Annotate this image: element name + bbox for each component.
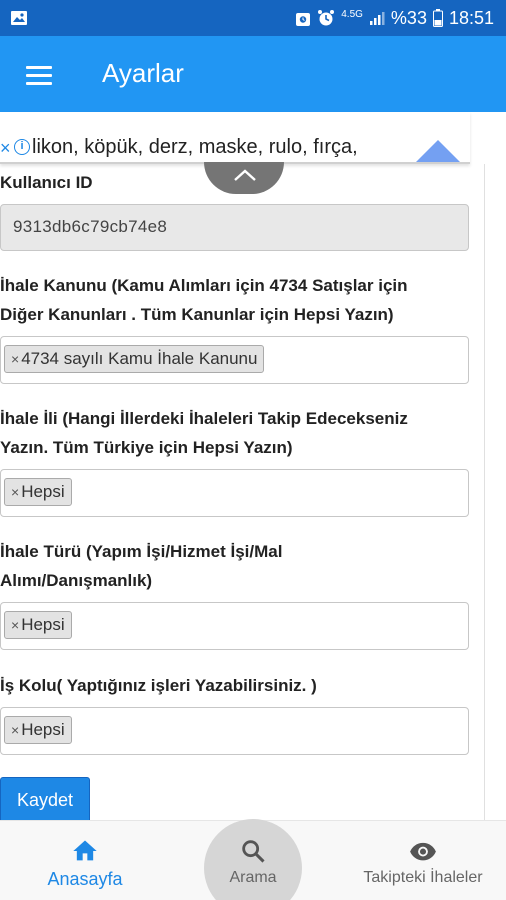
- alarm-icon: [318, 10, 335, 26]
- battery-percent: %33: [390, 7, 427, 28]
- nav-following[interactable]: Takipteki İhaleler: [356, 821, 490, 900]
- eye-icon: [410, 842, 436, 861]
- nav-search[interactable]: Arama: [204, 819, 302, 900]
- tag-remove-icon[interactable]: ×: [11, 612, 19, 638]
- nav-following-label: Takipteki İhaleler: [363, 869, 483, 886]
- network-type: 4.5G: [341, 9, 363, 20]
- type-tag: × Hepsi: [4, 611, 72, 639]
- user-id-label: Kullanıcı ID: [0, 173, 93, 192]
- save-button[interactable]: Kaydet: [0, 777, 90, 823]
- law-tag: × 4734 sayılı Kamu İhale Kanunu: [4, 345, 265, 373]
- user-id-field: 9313db6c79cb74e8: [0, 204, 469, 251]
- type-label-line1: İhale Türü (Yapım İşi/Hizmet İşi/Mal: [0, 542, 283, 561]
- law-label-line1: İhale Kanunu (Kamu Alımları için 4734 Sa…: [0, 276, 408, 295]
- ad-arrow-icon: [416, 140, 460, 162]
- nav-home-label: Anasayfa: [47, 869, 123, 889]
- business-tag: × Hepsi: [4, 716, 72, 744]
- province-label-line2: Yazın. Tüm Türkiye için Hepsi Yazın): [0, 438, 293, 457]
- scroll-divider: [484, 164, 485, 820]
- province-select[interactable]: × Hepsi: [0, 469, 469, 517]
- law-label-line2: Diğer Kanunları . Tüm Kanunlar için Heps…: [0, 305, 394, 324]
- user-id-value: 9313db6c79cb74e8: [13, 217, 168, 236]
- type-label-line2: Alımı/Danışmanlık): [0, 571, 153, 590]
- province-label-line1: İhale İli (Hangi İllerdeki İhaleleri Tak…: [0, 409, 408, 428]
- app-bar: Ayarlar: [0, 36, 506, 112]
- battery-icon: [432, 9, 443, 27]
- bottom-nav: Anasayfa Arama Takipteki İhaleler: [0, 819, 506, 900]
- business-tag-label: Hepsi: [21, 720, 65, 739]
- signal-icon: [369, 12, 385, 25]
- chevron-up-icon: [234, 169, 256, 181]
- ad-info-icon[interactable]: i: [14, 139, 30, 155]
- tag-remove-icon[interactable]: ×: [11, 717, 19, 743]
- home-icon: [73, 840, 97, 861]
- search-icon: [242, 840, 265, 863]
- law-select[interactable]: × 4734 sayılı Kamu İhale Kanunu: [0, 336, 469, 384]
- ad-close-icon[interactable]: ×: [0, 138, 11, 159]
- tag-remove-icon[interactable]: ×: [11, 346, 19, 372]
- clock: 18:51: [448, 7, 494, 28]
- ad-text: likon, köpük, derz, maske, rulo, fırça,: [32, 136, 358, 158]
- gallery-icon: [11, 11, 27, 25]
- business-select[interactable]: × Hepsi: [0, 707, 469, 755]
- tag-remove-icon[interactable]: ×: [11, 479, 19, 505]
- province-tag: × Hepsi: [4, 478, 72, 506]
- business-label: İş Kolu( Yaptığınız işleri Yazabilirsini…: [0, 676, 317, 695]
- nav-home[interactable]: Anasayfa: [40, 821, 130, 900]
- ad-banner[interactable]: × i likon, köpük, derz, maske, rulo, fır…: [0, 112, 470, 164]
- page-title: Ayarlar: [102, 58, 184, 88]
- type-select[interactable]: × Hepsi: [0, 602, 469, 650]
- type-tag-label: Hepsi: [21, 615, 65, 634]
- law-tag-label: 4734 sayılı Kamu İhale Kanunu: [21, 349, 258, 368]
- province-tag-label: Hepsi: [21, 482, 65, 501]
- hamburger-menu-icon[interactable]: [26, 64, 54, 86]
- lock-clock-icon: [296, 13, 311, 26]
- status-bar: 4.5G %33 18:51: [0, 0, 506, 36]
- collapse-ad-button[interactable]: [204, 162, 284, 194]
- nav-search-label: Arama: [229, 869, 277, 886]
